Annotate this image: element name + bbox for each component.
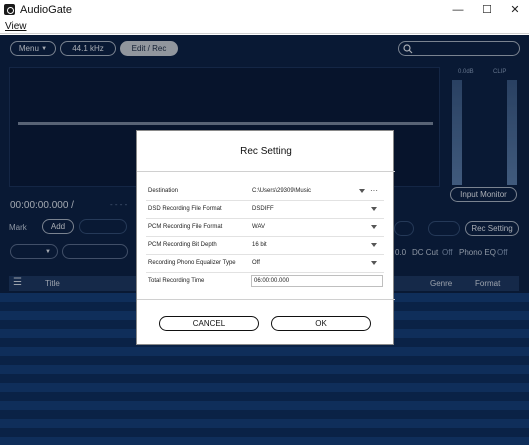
minimize-button[interactable]: —: [443, 2, 473, 18]
destination-row: Destination C:\Users\29309\Music ···: [146, 183, 384, 201]
chevron-down-icon: [370, 223, 378, 231]
browse-button[interactable]: ···: [370, 186, 378, 195]
divider: [137, 299, 395, 300]
pcm-format-label: PCM Recording File Format: [148, 224, 223, 230]
total-time-input[interactable]: 06:00:00.000: [251, 275, 383, 287]
chevron-down-icon: [370, 259, 378, 267]
phono-eq-type-row[interactable]: Recording Phono Equalizer Type Off: [146, 255, 384, 273]
total-time-row: Total Recording Time 06:00:00.000: [146, 273, 384, 291]
chevron-down-icon: [370, 205, 378, 213]
destination-label: Destination: [148, 188, 179, 194]
phono-eq-type-value: Off: [252, 260, 260, 266]
cancel-button[interactable]: CANCEL: [159, 316, 259, 331]
pcm-bit-depth-label: PCM Recording Bit Depth: [148, 242, 217, 248]
rec-setting-dialog: Rec Setting Destination C:\Users\29309\M…: [136, 130, 395, 345]
dsd-format-label: DSD Recording File Format: [148, 206, 222, 212]
app-icon: [4, 4, 15, 15]
chevron-down-icon[interactable]: [358, 187, 366, 195]
chevron-down-icon: [370, 241, 378, 249]
menu-bar: View: [0, 20, 529, 34]
menu-view[interactable]: View: [5, 21, 27, 32]
dsd-format-value: DSDIFF: [252, 206, 274, 212]
pcm-bit-depth-row[interactable]: PCM Recording Bit Depth 16 bit: [146, 237, 384, 255]
divider: [137, 171, 395, 172]
pcm-format-value: WAV: [252, 224, 265, 230]
ok-button[interactable]: OK: [271, 316, 371, 331]
title-bar: AudioGate — ☐ ✕: [0, 0, 529, 20]
dialog-title: Rec Setting: [240, 146, 292, 157]
pcm-format-row[interactable]: PCM Recording File Format WAV: [146, 219, 384, 237]
dsd-format-row[interactable]: DSD Recording File Format DSDIFF: [146, 201, 384, 219]
window-title: AudioGate: [20, 4, 72, 16]
total-time-value: 06:00:00.000: [254, 278, 290, 284]
total-time-label: Total Recording Time: [148, 278, 205, 284]
maximize-button[interactable]: ☐: [472, 2, 502, 18]
close-button[interactable]: ✕: [500, 2, 529, 18]
phono-eq-type-label: Recording Phono Equalizer Type: [148, 260, 236, 266]
destination-value[interactable]: C:\Users\29309\Music: [252, 188, 311, 194]
pcm-bit-depth-value: 16 bit: [252, 242, 267, 248]
